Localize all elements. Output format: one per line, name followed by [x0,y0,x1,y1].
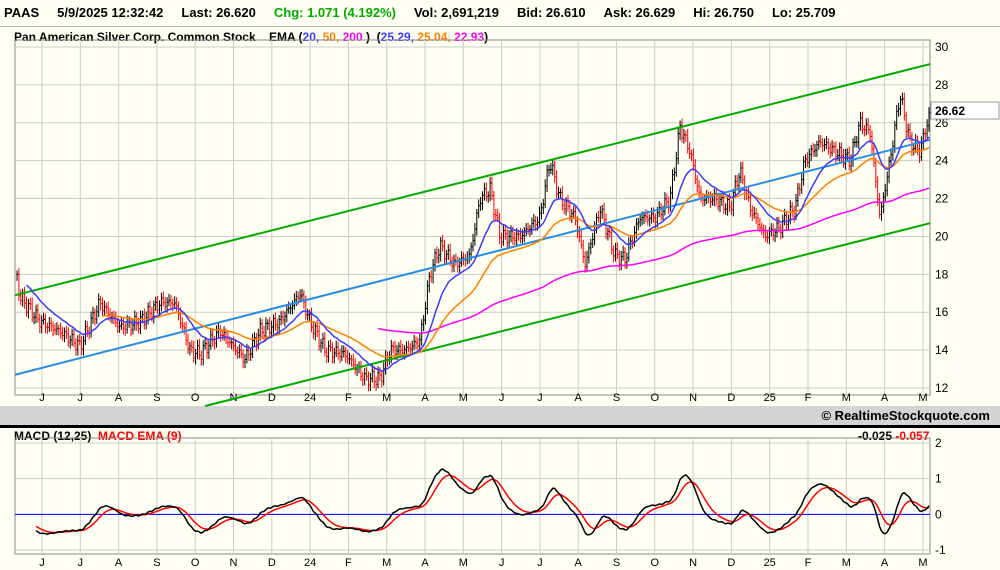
price-chart: JJJJAASSOONNDD2424FFMMAAMMJJJJAASSOONNDD… [14,39,1000,569]
macd-x-tick-label: D [268,557,276,569]
macd-x-tick-label: S [153,557,160,569]
macd-x-tick-label: M [842,557,851,569]
macd-y-tick-label: 1 [935,472,942,486]
channel-lower-line [204,222,931,407]
macd-x-tick-label: J [499,557,505,569]
x-tick-label: A [421,392,429,404]
macd-x-tick-label: F [805,557,812,569]
x-tick-label: S [613,392,620,404]
x-tick-label: M [842,392,851,404]
x-tick-label: S [153,392,160,404]
y-tick-label: 28 [935,78,949,92]
macd-x-tick-label: 25 [764,557,776,569]
macd-x-tick-label: A [421,557,429,569]
x-tick-label: J [499,392,505,404]
macd-x-tick-label: M [382,557,391,569]
x-tick-label: M [918,392,927,404]
macd-x-tick-label: M [459,557,468,569]
macd-x-tick-label: N [230,557,238,569]
y-tick-label: 24 [935,154,949,168]
macd-plot-frame [14,437,931,555]
last-price-label: 26.62 [935,104,965,118]
macd-x-tick-label: J [78,557,84,569]
ema20-line [25,136,930,372]
macd-x-tick-label: F [345,557,352,569]
x-tick-label: D [727,392,735,404]
price-plot-frame [14,39,931,396]
macd-x-tick-label: M [918,557,927,569]
y-tick-label: 16 [935,305,949,319]
y-tick-label: 14 [935,343,949,357]
channel-upper-line [14,63,931,297]
macd-y-tick-label: -1 [935,543,946,557]
x-tick-label: J [39,392,45,404]
x-tick-label: J [78,392,84,404]
x-tick-label: A [881,392,889,404]
x-tick-label: A [115,392,123,404]
macd-signal-line [35,474,930,534]
y-tick-label: 18 [935,267,949,281]
macd-x-tick-label: D [727,557,735,569]
macd-x-tick-label: A [575,557,583,569]
x-tick-label: 24 [304,392,316,404]
x-tick-label: F [345,392,352,404]
y-tick-label: 20 [935,229,949,243]
macd-x-tick-label: J [39,557,45,569]
macd-x-tick-label: O [191,557,200,569]
macd-x-tick-label: A [115,557,123,569]
x-tick-label: A [575,392,583,404]
macd-x-tick-label: J [537,557,543,569]
y-tick-label: 30 [935,40,949,54]
x-tick-label: J [537,392,543,404]
x-tick-label: F [805,392,812,404]
x-tick-label: N [689,392,697,404]
y-tick-label: 22 [935,192,949,206]
ema50-line [102,146,930,358]
macd-x-tick-label: O [651,557,660,569]
x-tick-label: O [191,392,200,404]
macd-x-tick-label: S [613,557,620,569]
x-tick-label: D [268,392,276,404]
macd-x-tick-label: N [689,557,697,569]
price-bars [16,92,931,392]
macd-x-tick-label: 24 [304,557,316,569]
x-tick-label: M [459,392,468,404]
macd-x-tick-label: A [881,557,889,569]
x-tick-label: O [651,392,660,404]
x-tick-label: 25 [764,392,776,404]
macd-y-tick-label: 2 [935,436,942,450]
x-tick-label: M [382,392,391,404]
y-tick-label: 12 [935,381,949,395]
macd-y-tick-label: 0 [935,507,942,521]
